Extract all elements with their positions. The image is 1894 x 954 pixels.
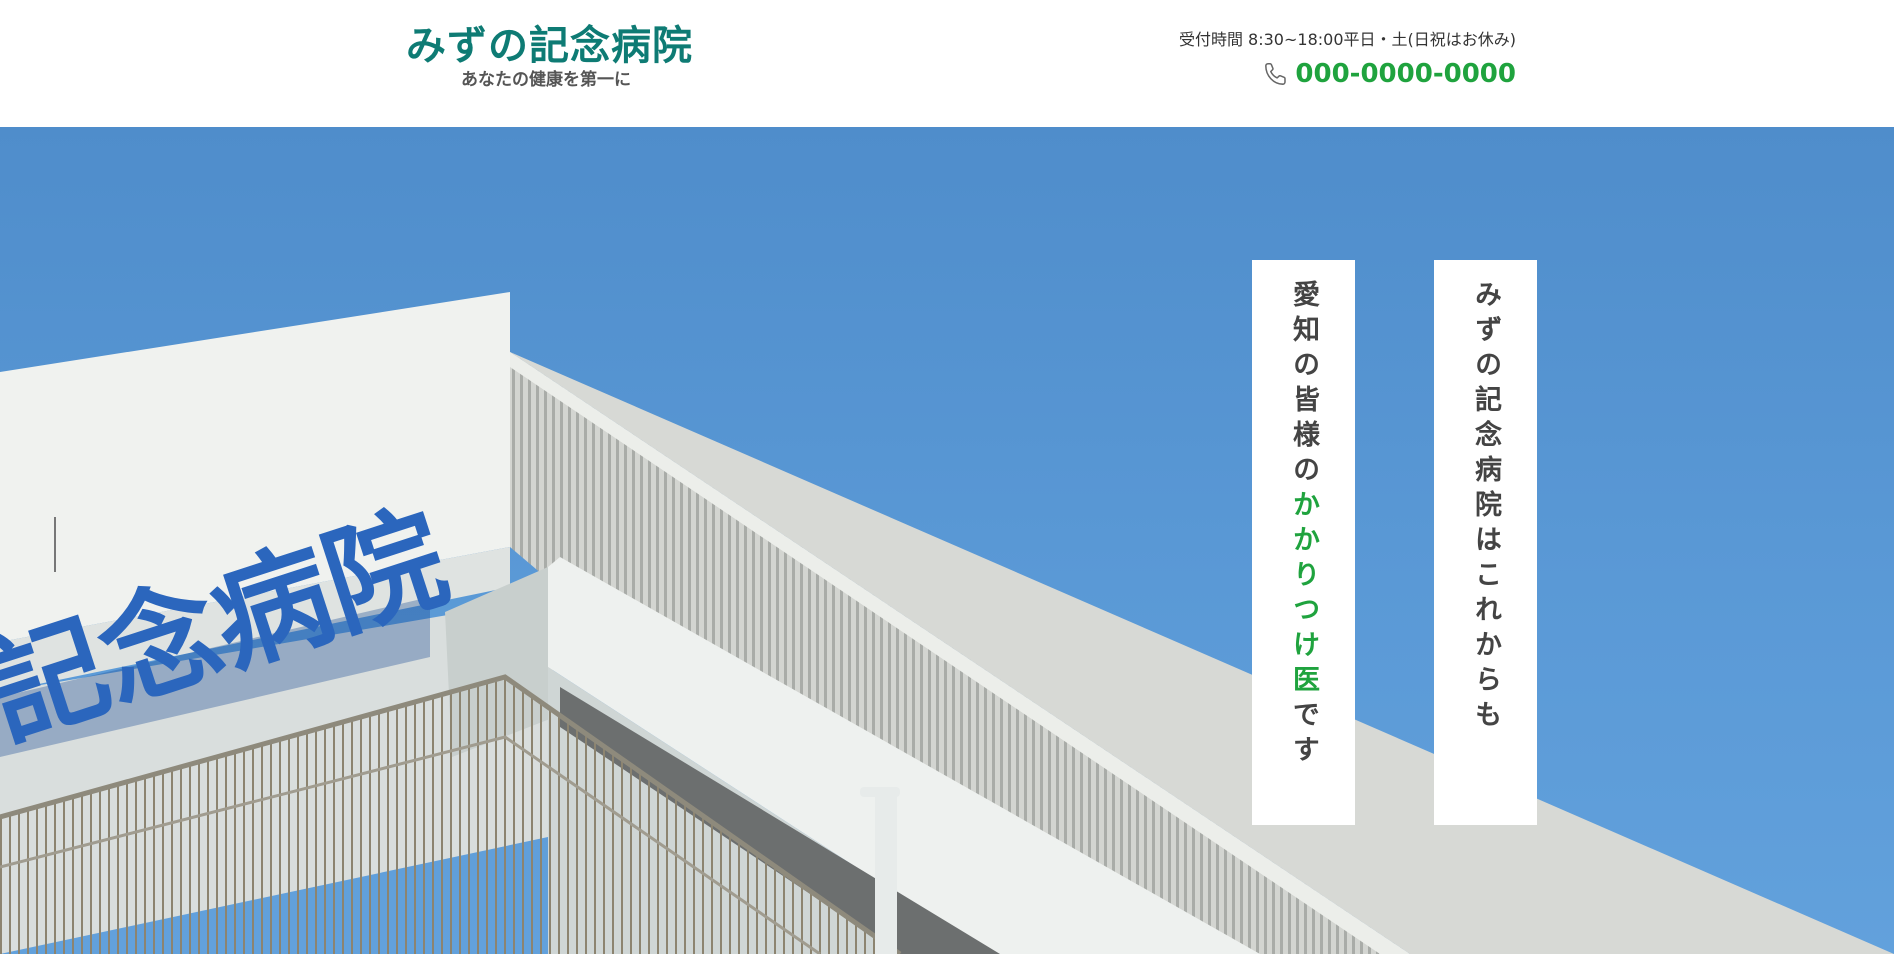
catch-text-before: 愛知の皆様の [1288,280,1319,490]
hero-section: 記念病院 みずの記念病院はこれからも 愛知の皆様のかかりつけ医です [0,127,1894,954]
site-logo-link[interactable]: みずの記念病院 あなたの健康を第一に [406,22,696,97]
contact-info: 受付時間 8:30~18:00平日・土(日祝はお休み) 000-0000-000… [1179,28,1516,90]
catch-panel-right: みずの記念病院はこれからも [1434,260,1537,825]
reception-hours: 受付時間 8:30~18:00平日・土(日祝はお休み) [1178,30,1516,49]
catch-panel-left: 愛知の皆様のかかりつけ医です [1252,260,1355,825]
catch-text-left: 愛知の皆様のかかりつけ医です [1288,280,1319,825]
catch-text-right: みずの記念病院はこれからも [1470,280,1501,735]
phone-number-link[interactable]: 000-0000-0000 [1295,58,1516,90]
catch-text-after: です [1288,700,1319,770]
logo-tagline: あなたの健康を第一に [461,70,631,90]
phone-icon [1265,62,1287,85]
hospital-building-photo: 記念病院 [0,292,1894,954]
phone-row: 000-0000-0000 [1179,58,1516,90]
catch-text-accent: かかりつけ医 [1288,490,1319,700]
logo-title: みずの記念病院 [406,23,693,69]
site-header: みずの記念病院 あなたの健康を第一に 受付時間 8:30~18:00平日・土(日… [0,0,1894,127]
